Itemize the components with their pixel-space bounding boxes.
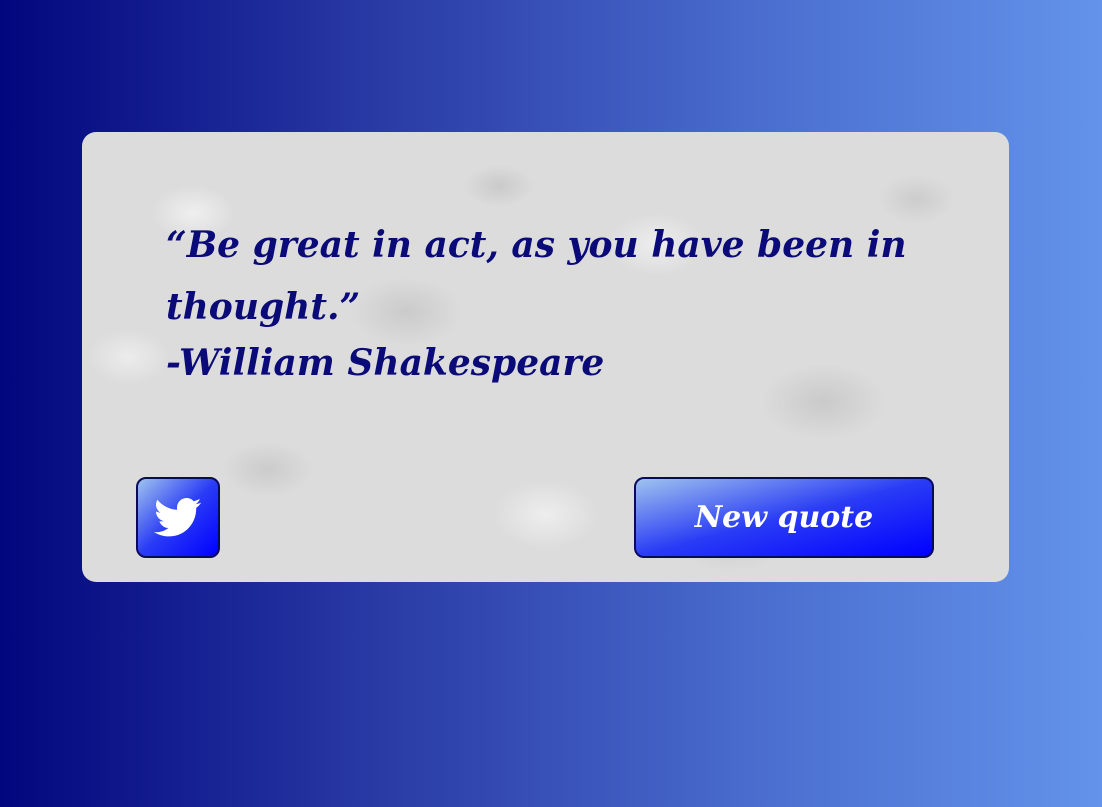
new-quote-button[interactable]: New quote — [634, 477, 934, 558]
quote-text: “Be great in act, as you have been in th… — [166, 224, 907, 328]
quote-author: -William Shakespeare — [166, 342, 605, 384]
quote-card: “Be great in act, as you have been in th… — [82, 132, 1009, 582]
twitter-icon — [154, 497, 202, 536]
tweet-button[interactable] — [136, 477, 220, 558]
